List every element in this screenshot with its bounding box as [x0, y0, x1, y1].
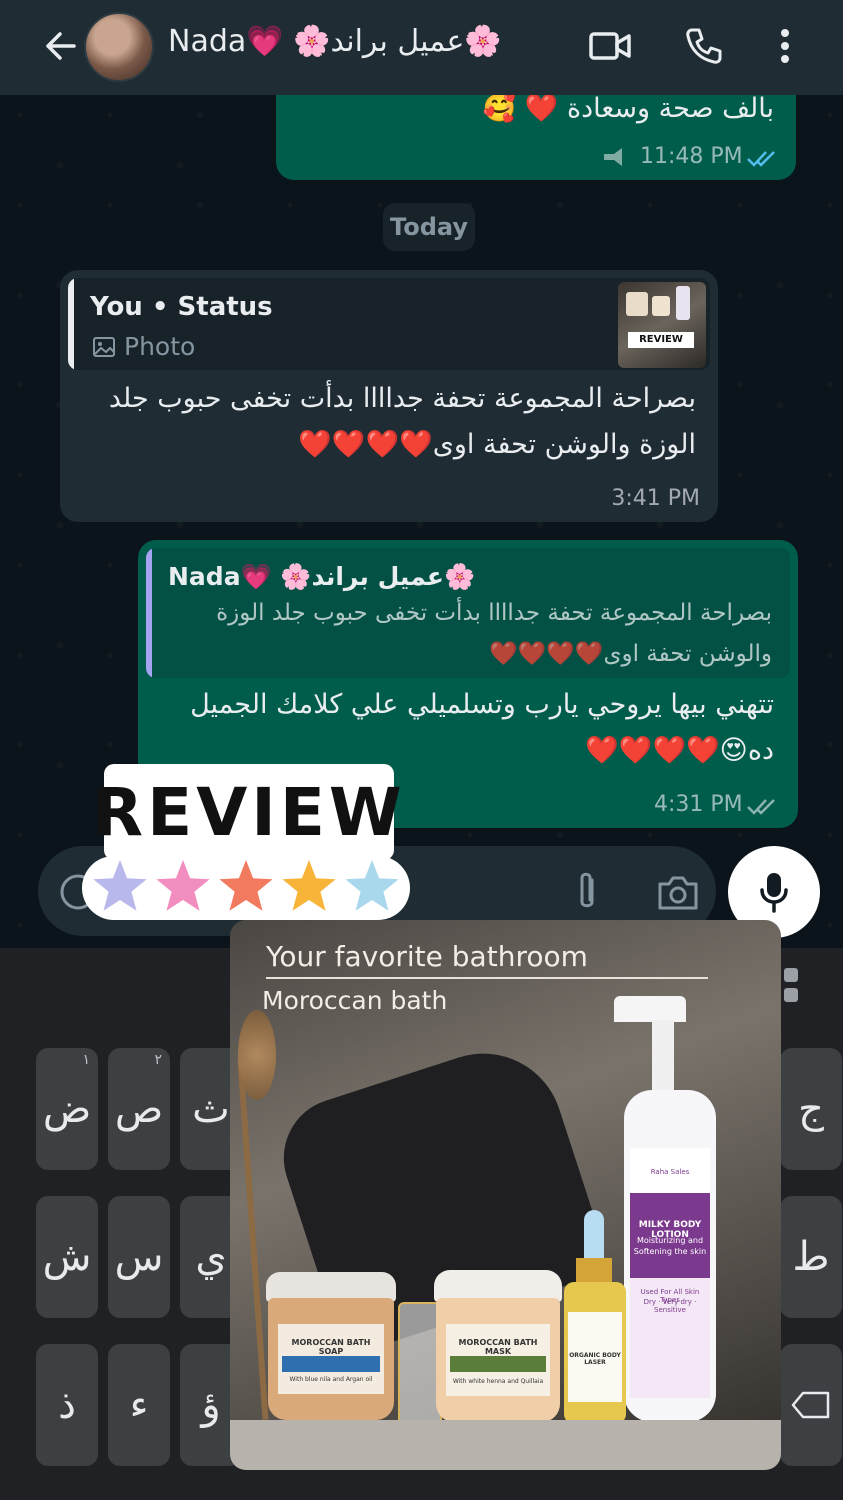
forwarded-icon [604, 148, 622, 166]
status-quote[interactable]: You • Status Photo REVIEW [68, 278, 710, 370]
mask-jar: MOROCCAN BATH MASK With white henna and … [436, 1298, 560, 1422]
oil-bottle: ORGANIC BODY LASER [564, 1282, 626, 1424]
card-subtitle: Moroccan bath [262, 986, 448, 1015]
video-call-icon-overlay[interactable] [588, 26, 632, 66]
date-separator: Today [383, 203, 475, 251]
keyboard-menu-icon[interactable] [784, 968, 802, 1008]
quote-bar [68, 278, 74, 370]
quote-sender: You • Status [90, 292, 273, 322]
key[interactable]: ط [780, 1196, 842, 1318]
pump-neck [652, 1020, 674, 1094]
soap-sub: With blue nila and Argan oil [289, 1376, 373, 1383]
quote-media-label: Photo [124, 332, 196, 361]
message-text-line2: الوزة والوشن تحفة اوى❤️❤️❤️❤️ [298, 429, 696, 460]
mask-label: MOROCCAN BATH MASK [458, 1338, 538, 1356]
key[interactable]: ش [36, 1196, 98, 1318]
card-divider [266, 977, 708, 979]
product-image-card: Your favorite bathroom Moroccan bath MIL… [230, 920, 781, 1470]
rating-stars [82, 856, 410, 920]
message-bubble-incoming[interactable]: You • Status Photo REVIEW بصراحة المجموع… [60, 270, 718, 522]
message-text-line1: بصراحة المجموعة تحفة جداااا بدأت تخفى حب… [108, 383, 696, 414]
dropper-bulb [584, 1210, 604, 1260]
contact-avatar-image[interactable] [84, 12, 154, 82]
message-time: 4:31 PM [654, 792, 743, 817]
back-arrow-icon-overlay[interactable] [38, 26, 78, 66]
photo-icon [93, 337, 115, 357]
review-word: REVIEW [92, 764, 402, 860]
dropper-collar [576, 1258, 612, 1284]
key[interactable]: س [108, 1196, 170, 1318]
message-time: 3:41 PM [611, 486, 700, 511]
key[interactable]: ٢ص [108, 1048, 170, 1170]
status-thumbnail[interactable]: REVIEW [618, 282, 706, 368]
key[interactable]: ذ [36, 1344, 98, 1466]
lotion-brand: Raha Sales [650, 1168, 690, 1176]
camera-icon[interactable] [656, 872, 700, 912]
message-time: 11:48 PM [640, 144, 743, 169]
pump-head [614, 996, 686, 1022]
quote-sender: Nada💗 🌸عميل براند🌸 [168, 562, 476, 591]
mask-sub: With white henna and Quillaia [452, 1378, 544, 1385]
thumbnail-review-label: REVIEW [628, 332, 694, 348]
message-text-line1: تتهني بيها يروحي يارب وتسلميلي علي كلامك… [190, 689, 774, 720]
lotion-types2: Dry · Very dry · Sensitive [643, 1298, 697, 1314]
voice-call-icon-overlay[interactable] [684, 26, 724, 66]
backspace-icon [791, 1391, 830, 1419]
lotion-sub2: Softening the skin [633, 1247, 707, 1256]
contact-name-label[interactable]: Nada💗 🌸عميل براند🌸 [168, 24, 502, 59]
key[interactable]: ١ض [36, 1048, 98, 1170]
card-title: Your favorite bathroom [266, 940, 588, 973]
dried-flower [238, 1010, 276, 1100]
read-receipt-icon [747, 799, 775, 815]
counter-surface [230, 1420, 781, 1470]
key[interactable]: ء [108, 1344, 170, 1466]
soap-label: MOROCCAN BATH SOAP [291, 1338, 371, 1356]
lotion-bottle: MILKY BODY LOTION Moisturizing and Softe… [624, 1090, 716, 1422]
more-options-icon-overlay[interactable] [772, 26, 798, 66]
soap-jar: MOROCCAN BATH SOAP With blue nila and Ar… [268, 1298, 394, 1420]
quote-text-line1: بصراحة المجموعة تحفة جداااا بدأت تخفى حب… [216, 600, 772, 626]
header-overlay: Nada💗 🌸عميل براند🌸 [0, 0, 843, 95]
backspace-key[interactable] [780, 1344, 842, 1466]
reply-quote[interactable]: Nada💗 🌸عميل براند🌸 بصراحة المجموعة تحفة … [146, 548, 790, 678]
lotion-sub1: Moisturizing and [636, 1236, 704, 1245]
quote-text-line2: والوشن تحفة اوى❤️❤️❤️❤️ [488, 641, 772, 667]
oil-label: ORGANIC BODY LASER [569, 1352, 621, 1366]
dried-flower-stem [237, 1060, 269, 1420]
key[interactable]: ج [780, 1048, 842, 1170]
microphone-icon [760, 873, 788, 913]
attach-icon[interactable] [572, 870, 602, 914]
review-sticker: REVIEW [78, 764, 414, 924]
read-receipt-icon [747, 151, 775, 167]
quote-bar [146, 548, 152, 678]
